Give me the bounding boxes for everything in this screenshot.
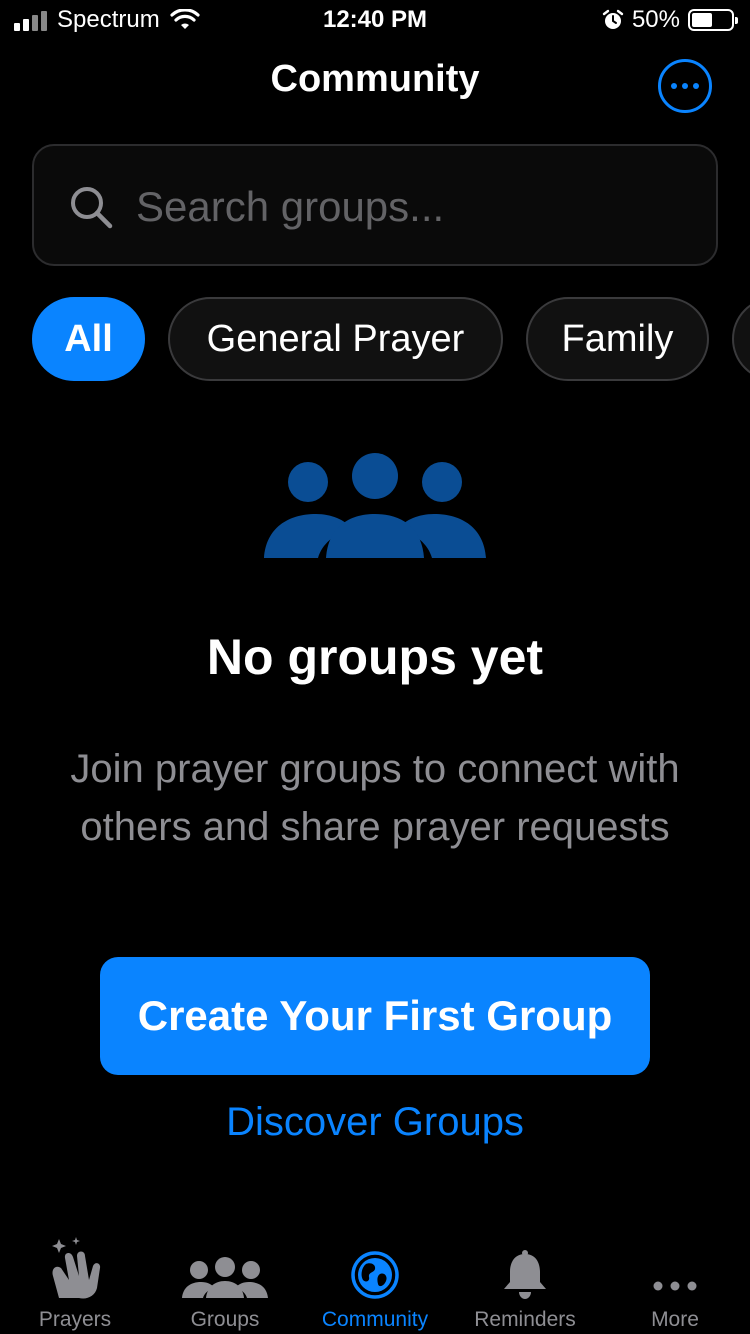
page-title: Community [270, 58, 480, 100]
ellipsis-circle-icon [671, 83, 677, 89]
tab-prayers[interactable]: Prayers [0, 1232, 150, 1334]
tab-reminders[interactable]: Reminders [450, 1232, 600, 1334]
tab-groups[interactable]: Groups [150, 1232, 300, 1334]
tab-bar: Prayers Groups Community Reminders More [0, 1232, 750, 1334]
tab-label: Community [321, 1308, 429, 1331]
tab-label: More [651, 1308, 699, 1331]
tab-label: Reminders [474, 1308, 576, 1331]
tab-label: Prayers [38, 1308, 112, 1331]
ellipsis-icon [653, 1281, 697, 1291]
filter-chips: All General Prayer Family [0, 297, 750, 381]
search-icon [71, 187, 113, 229]
chip-family[interactable]: Family [526, 297, 709, 381]
search-input[interactable] [136, 176, 696, 238]
alarm-icon [602, 9, 624, 29]
globe-icon [351, 1251, 399, 1299]
praying-hands-icon [52, 1237, 101, 1299]
search-bar[interactable] [32, 144, 718, 266]
status-bar: Spectrum 12:40 PM 50% [0, 0, 750, 40]
empty-state-title: No groups yet [206, 629, 544, 685]
battery-percent: 50% [631, 6, 680, 33]
chip-general-prayer[interactable]: General Prayer [168, 297, 503, 381]
chip-all[interactable]: All [32, 297, 145, 381]
tab-label: Groups [190, 1308, 260, 1331]
people-group-icon [264, 453, 486, 558]
create-group-button[interactable]: Create Your First Group [100, 957, 650, 1075]
people-icon [182, 1257, 268, 1298]
more-options-button[interactable] [658, 59, 712, 113]
tab-more[interactable]: More [600, 1232, 750, 1334]
bell-icon [504, 1250, 546, 1299]
tab-community[interactable]: Community [300, 1232, 450, 1334]
empty-state-description: Join prayer groups to connect with other… [70, 747, 680, 849]
chip-more[interactable] [732, 297, 750, 381]
status-right: 50% [602, 6, 738, 34]
discover-groups-link[interactable]: Discover Groups [0, 1100, 750, 1145]
battery-icon [688, 9, 738, 31]
